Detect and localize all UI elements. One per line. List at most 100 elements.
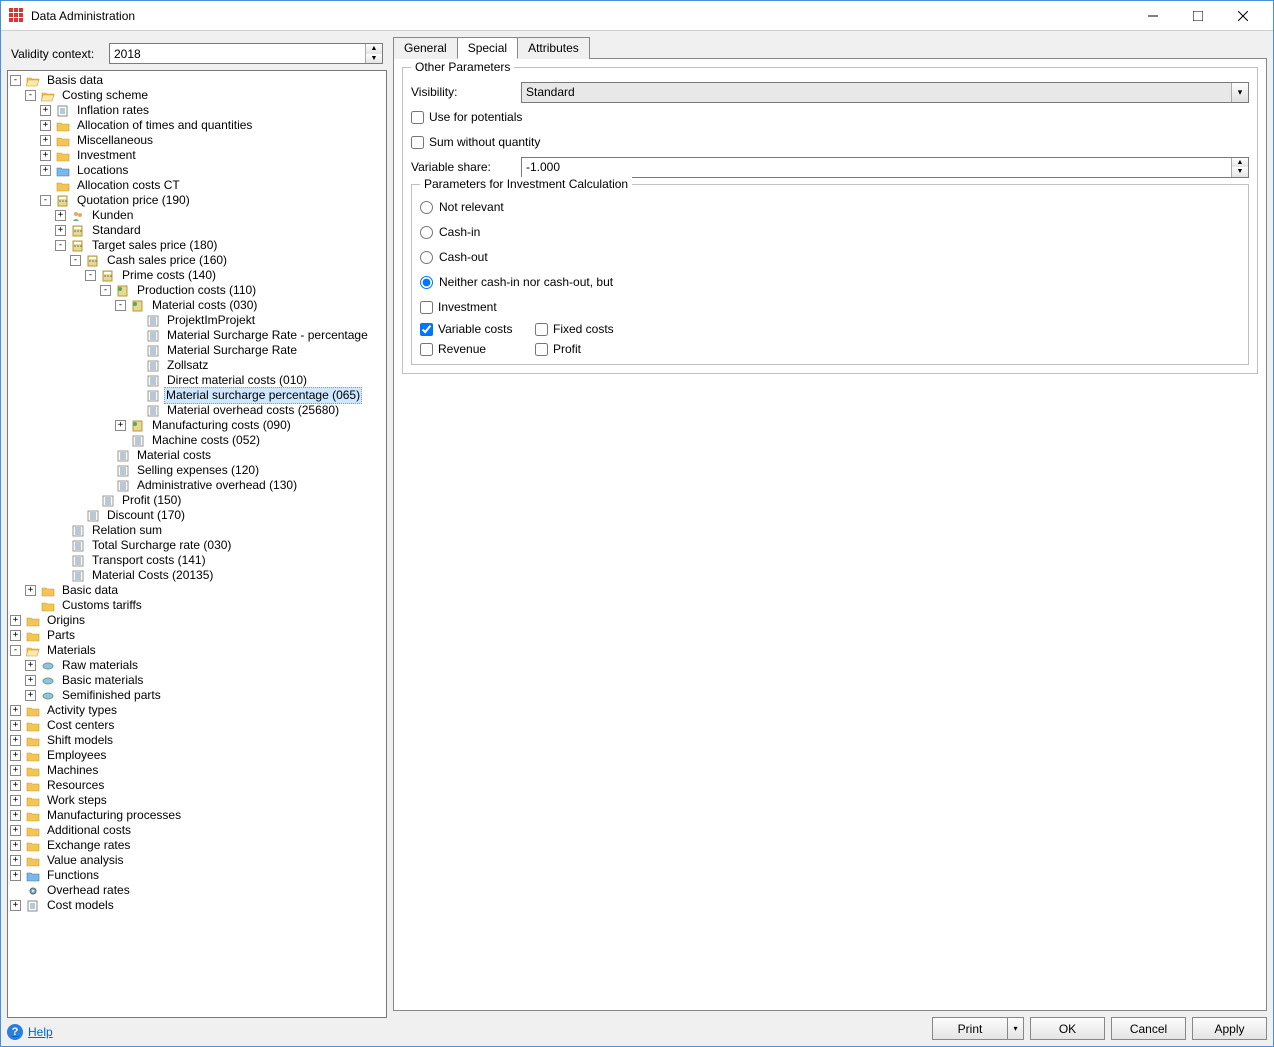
apply-button[interactable]: Apply	[1192, 1017, 1267, 1040]
expand-icon[interactable]: +	[25, 585, 36, 596]
tree-node[interactable]: +Exchange rates	[10, 838, 384, 853]
tree-node[interactable]: ProjektImProjekt	[130, 313, 384, 328]
visibility-combo[interactable]: Standard ▾	[521, 82, 1249, 103]
collapse-icon[interactable]: -	[85, 270, 96, 281]
tree-node[interactable]: -Cash sales price (160)	[70, 253, 384, 268]
collapse-icon[interactable]: -	[25, 90, 36, 101]
expand-icon[interactable]: +	[25, 675, 36, 686]
tree-node[interactable]: +Manufacturing processes	[10, 808, 384, 823]
tree-node[interactable]: Zollsatz	[130, 358, 384, 373]
tree-node[interactable]: Material Surcharge Rate	[130, 343, 384, 358]
tree-node[interactable]: +Functions	[10, 868, 384, 883]
tree-node[interactable]: +Standard	[55, 223, 384, 238]
tree-node[interactable]: +Miscellaneous	[40, 133, 384, 148]
tree-node[interactable]: +Parts	[10, 628, 384, 643]
tree-node[interactable]: +Raw materials	[25, 658, 384, 673]
tree-node[interactable]: +Work steps	[10, 793, 384, 808]
tree-node[interactable]: +Allocation of times and quantities	[40, 118, 384, 133]
tree-node[interactable]: Selling expenses (120)	[100, 463, 384, 478]
radio-cash-out[interactable]: Cash-out	[420, 250, 488, 264]
tree-node[interactable]: +Basic materials	[25, 673, 384, 688]
use-for-potentials-checkbox[interactable]: Use for potentials	[411, 110, 522, 124]
tab-general[interactable]: General	[393, 37, 458, 59]
tree-node[interactable]: +Origins	[10, 613, 384, 628]
tree-node[interactable]: +Cost centers	[10, 718, 384, 733]
expand-icon[interactable]: +	[40, 105, 51, 116]
validity-spin-up[interactable]: ▲	[366, 44, 382, 54]
expand-icon[interactable]: +	[55, 210, 66, 221]
expand-icon[interactable]: +	[10, 750, 21, 761]
variable-share-input[interactable]	[522, 158, 1231, 177]
collapse-icon[interactable]: -	[10, 75, 21, 86]
print-split-button[interactable]: Print ▾	[932, 1017, 1024, 1040]
tree-node[interactable]: Total Surcharge rate (030)	[55, 538, 384, 553]
maximize-button[interactable]	[1175, 1, 1220, 31]
validity-input[interactable]	[110, 44, 365, 63]
checkbox-investment[interactable]: Investment	[420, 300, 497, 314]
expand-icon[interactable]: +	[115, 420, 126, 431]
tree-node[interactable]: +Semifinished parts	[25, 688, 384, 703]
minimize-button[interactable]	[1130, 1, 1175, 31]
tree-node[interactable]: Material costs	[100, 448, 384, 463]
expand-icon[interactable]: +	[10, 855, 21, 866]
help-link[interactable]: ? Help	[7, 1024, 53, 1040]
expand-icon[interactable]: +	[40, 120, 51, 131]
expand-icon[interactable]: +	[55, 225, 66, 236]
tree-node[interactable]: +Locations	[40, 163, 384, 178]
expand-icon[interactable]: +	[40, 135, 51, 146]
tree-node[interactable]: Material overhead costs (25680)	[130, 403, 384, 418]
tree-node[interactable]: Transport costs (141)	[55, 553, 384, 568]
checkbox-variable-costs[interactable]: Variable costs	[420, 322, 535, 336]
tree-node[interactable]: +Machines	[10, 763, 384, 778]
tree-node[interactable]: -Target sales price (180)	[55, 238, 384, 253]
expand-icon[interactable]: +	[10, 780, 21, 791]
tree-node[interactable]: +Value analysis	[10, 853, 384, 868]
tree-node[interactable]: +Manufacturing costs (090)	[115, 418, 384, 433]
tree-node[interactable]: Discount (170)	[70, 508, 384, 523]
tree-node[interactable]: Allocation costs CT	[40, 178, 384, 193]
print-button[interactable]: Print	[932, 1017, 1007, 1040]
checkbox-profit[interactable]: Profit	[535, 342, 650, 356]
radio-cash-in[interactable]: Cash-in	[420, 225, 480, 239]
tree-node[interactable]: Profit (150)	[85, 493, 384, 508]
expand-icon[interactable]: +	[10, 705, 21, 716]
tree-node[interactable]: Material Surcharge Rate - percentage	[130, 328, 384, 343]
tree-node[interactable]: -Basis data	[10, 73, 384, 88]
collapse-icon[interactable]: -	[55, 240, 66, 251]
tree-node[interactable]: +Basic data	[25, 583, 384, 598]
tree-node[interactable]: +Activity types	[10, 703, 384, 718]
radio-neither[interactable]: Neither cash-in nor cash-out, but	[420, 275, 613, 289]
expand-icon[interactable]: +	[10, 630, 21, 641]
tree-node[interactable]: -Prime costs (140)	[85, 268, 384, 283]
expand-icon[interactable]: +	[25, 660, 36, 671]
tree-node[interactable]: -Materials	[10, 643, 384, 658]
tree-node[interactable]: +Additional costs	[10, 823, 384, 838]
expand-icon[interactable]: +	[10, 870, 21, 881]
tree-node[interactable]: Material surcharge percentage (065)	[130, 388, 384, 403]
collapse-icon[interactable]: -	[100, 285, 111, 296]
close-button[interactable]	[1220, 1, 1265, 31]
checkbox-revenue[interactable]: Revenue	[420, 342, 535, 356]
expand-icon[interactable]: +	[10, 825, 21, 836]
tree-node[interactable]: Direct material costs (010)	[130, 373, 384, 388]
ok-button[interactable]: OK	[1030, 1017, 1105, 1040]
tree-node[interactable]: Customs tariffs	[25, 598, 384, 613]
tree-node[interactable]: +Resources	[10, 778, 384, 793]
expand-icon[interactable]: +	[10, 735, 21, 746]
expand-icon[interactable]: +	[10, 810, 21, 821]
checkbox-fixed-costs[interactable]: Fixed costs	[535, 322, 650, 336]
tree-node[interactable]: -Material costs (030)	[115, 298, 384, 313]
sum-without-quantity-checkbox[interactable]: Sum without quantity	[411, 135, 540, 149]
collapse-icon[interactable]: -	[10, 645, 21, 656]
tree-node[interactable]: Relation sum	[55, 523, 384, 538]
tree-node[interactable]: -Production costs (110)	[100, 283, 384, 298]
chevron-down-icon[interactable]: ▾	[1231, 83, 1248, 102]
tree-node[interactable]: Machine costs (052)	[115, 433, 384, 448]
tree-node[interactable]: +Employees	[10, 748, 384, 763]
expand-icon[interactable]: +	[10, 840, 21, 851]
tree-node[interactable]: Administrative overhead (130)	[100, 478, 384, 493]
expand-icon[interactable]: +	[40, 165, 51, 176]
tree-node[interactable]: Overhead rates	[10, 883, 384, 898]
expand-icon[interactable]: +	[10, 720, 21, 731]
variable-share-spin-up[interactable]: ▲	[1232, 158, 1248, 168]
